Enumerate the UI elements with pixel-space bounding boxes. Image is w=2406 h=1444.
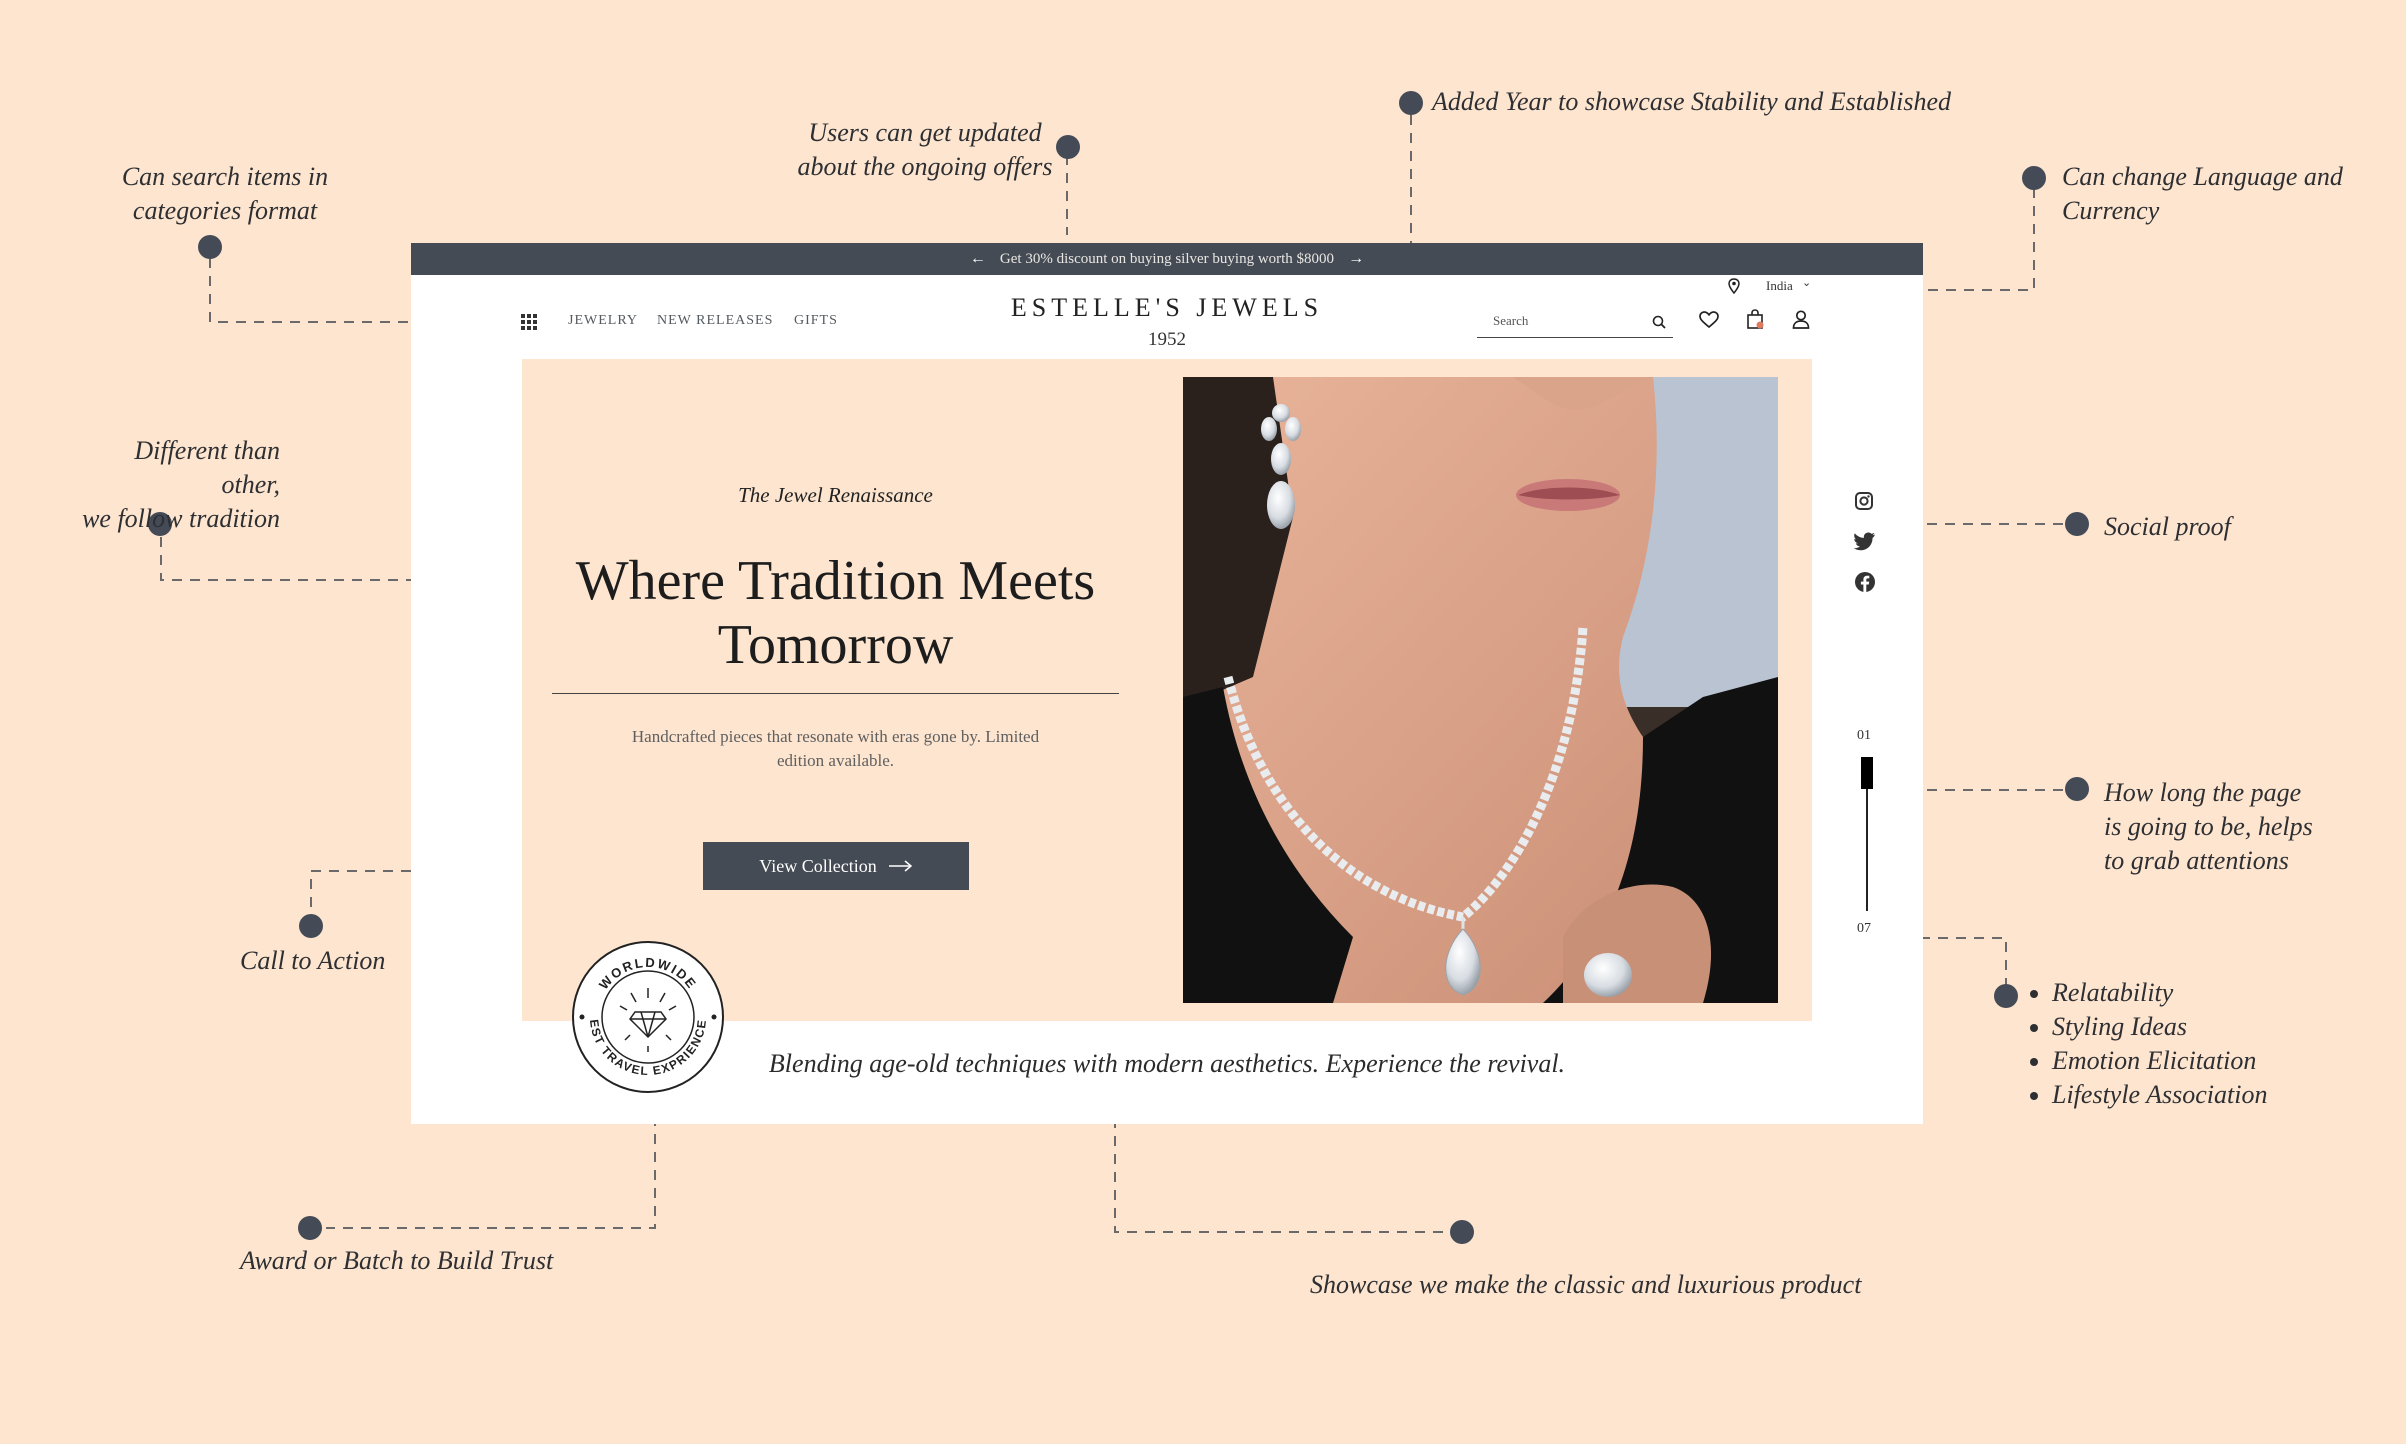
brand-year: 1952: [1148, 329, 1186, 350]
user-icon[interactable]: [1792, 310, 1810, 329]
page-total: 07: [1857, 921, 1871, 936]
annotation-dot: [1399, 91, 1423, 115]
annotation-offers: Users can get updated about the ongoing o…: [790, 116, 1060, 184]
subtext-line: Handcrafted pieces that resonate with er…: [631, 727, 1040, 746]
hero-section: The Jewel Renaissance Where Tradition Me…: [522, 359, 1812, 1021]
annotation-text: Different than other,: [134, 436, 280, 499]
instagram-icon[interactable]: [1854, 491, 1876, 513]
annotation-text: about the ongoing offers: [797, 152, 1053, 181]
hero-tagline: Blending age-old techniques with modern …: [768, 1049, 1566, 1078]
annotation-text: Currency: [2062, 196, 2160, 225]
subtext-line: edition available.: [776, 751, 895, 770]
hero-image: [1183, 377, 1778, 1003]
location-pin-icon: [1728, 278, 1740, 294]
list-item: Emotion Elicitation: [2052, 1044, 2267, 1078]
annotation-text: Can change Language and: [2062, 162, 2343, 191]
twitter-icon[interactable]: [1854, 531, 1876, 553]
annotation-showcase: Showcase we make the classic and luxurio…: [1310, 1270, 1862, 1299]
annotation-dot: [1450, 1220, 1474, 1244]
list-item: Relatability: [2052, 976, 2267, 1010]
annotation-tradition: Different than other, we follow tradition: [70, 434, 280, 536]
arrow-left-icon[interactable]: ←: [970, 250, 986, 268]
hero-subtext: Handcrafted pieces that resonate with er…: [597, 725, 1074, 773]
annotation-dot: [298, 1216, 322, 1240]
search-input[interactable]: Search: [1477, 309, 1673, 338]
annotation-social-proof: Social proof: [2104, 512, 2231, 541]
annotation-page-length: How long the page is going to be, helps to…: [2104, 776, 2313, 878]
website-mockup: ← Get 30% discount on buying silver buyi…: [411, 243, 1923, 1124]
page-progress-track: [1861, 757, 1873, 911]
annotation-dot: [198, 235, 222, 259]
brand-logo[interactable]: ESTELLE'S JEWELS: [411, 293, 1923, 323]
annotation-dot: [2065, 777, 2089, 801]
annotation-language: Can change Language and Currency: [2062, 160, 2343, 228]
annotation-dot: [299, 914, 323, 938]
hero-eyebrow: The Jewel Renaissance: [738, 483, 933, 507]
divider: [552, 693, 1119, 694]
annotation-text: Can search items in categories format: [121, 162, 329, 225]
model-with-necklace-image: [1183, 377, 1778, 1003]
annotation-dot: [2065, 512, 2089, 536]
headline-line: Tomorrow: [717, 614, 954, 676]
list-item: Styling Ideas: [2052, 1010, 2267, 1044]
annotation-year: Added Year to showcase Stability and Est…: [1432, 87, 1952, 116]
annotation-image-points: Relatability Styling Ideas Emotion Elici…: [2020, 976, 2267, 1112]
annotation-text: to grab attentions: [2104, 846, 2289, 875]
annotation-award: Award or Batch to Build Trust: [240, 1246, 554, 1275]
heart-icon[interactable]: [1699, 311, 1719, 329]
annotation-categories: Can search items in categories format: [110, 160, 340, 228]
page-current: 01: [1857, 728, 1871, 743]
annotation-text: Users can get updated: [808, 118, 1042, 147]
annotation-text: is going to be, helps: [2104, 812, 2313, 841]
page-progress-indicator[interactable]: [1861, 757, 1873, 789]
button-label: View Collection: [759, 855, 877, 876]
annotation-cta: Call to Action: [240, 946, 386, 975]
region-select[interactable]: India: [1766, 278, 1793, 294]
view-collection-button[interactable]: View Collection: [703, 842, 969, 890]
annotation-text: we follow tradition: [82, 504, 280, 533]
annotation-text: How long the page: [2104, 778, 2302, 807]
arrow-right-icon[interactable]: →: [1348, 250, 1364, 268]
arrow-right-icon: [888, 860, 912, 872]
offer-text[interactable]: Get 30% discount on buying silver buying…: [1000, 251, 1334, 268]
annotation-dot: [1994, 984, 2018, 1008]
offer-bar: ← Get 30% discount on buying silver buyi…: [411, 243, 1923, 275]
bag-icon[interactable]: [1746, 309, 1764, 329]
annotation-dot: [2022, 166, 2046, 190]
facebook-icon[interactable]: [1854, 571, 1876, 593]
hero-headline: Where Tradition Meets Tomorrow: [522, 549, 1149, 677]
list-item: Lifestyle Association: [2052, 1078, 2267, 1112]
chevron-down-icon[interactable]: ⌄: [1802, 276, 1811, 289]
search-icon[interactable]: [1652, 315, 1666, 329]
headline-line: Where Tradition Meets: [575, 550, 1096, 612]
search-placeholder: Search: [1493, 313, 1529, 328]
